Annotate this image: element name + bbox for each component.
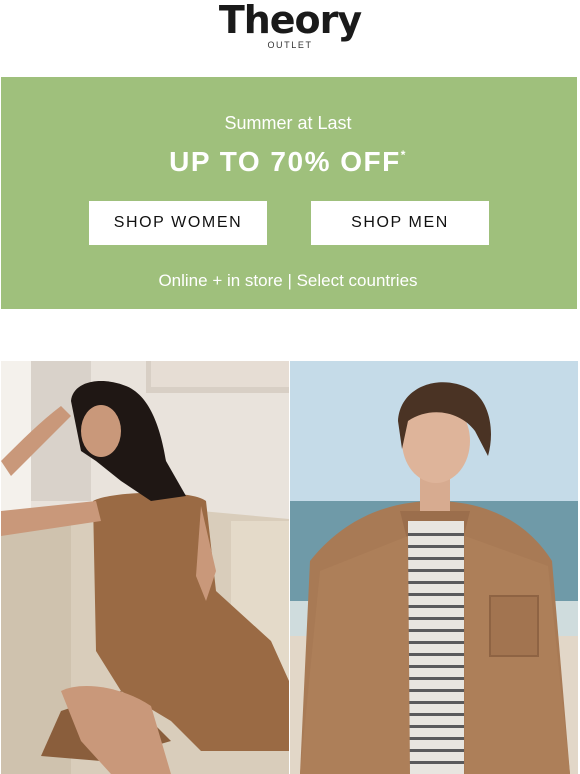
banner-kicker: Summer at Last	[224, 113, 352, 133]
availability-text: Online + in store | Select countries	[158, 271, 418, 290]
footnote-mark: *	[400, 148, 407, 162]
women-photo[interactable]	[1, 361, 289, 774]
shop-men-button[interactable]: SHOP MEN	[311, 201, 489, 245]
men-photo-illustration	[290, 361, 578, 774]
theory-outlet-logo[interactable]: Theory OUTLET	[0, 0, 580, 60]
logo-wordmark: Theory	[218, 0, 362, 42]
women-photo-illustration	[1, 361, 289, 774]
shop-women-button[interactable]: SHOP WOMEN	[89, 201, 267, 245]
headline-text: UP TO 70% OFF	[169, 146, 401, 177]
men-photo[interactable]	[290, 361, 578, 774]
banner-headline: UP TO 70% OFF*	[0, 146, 576, 178]
logo-subtitle: OUTLET	[267, 40, 313, 50]
